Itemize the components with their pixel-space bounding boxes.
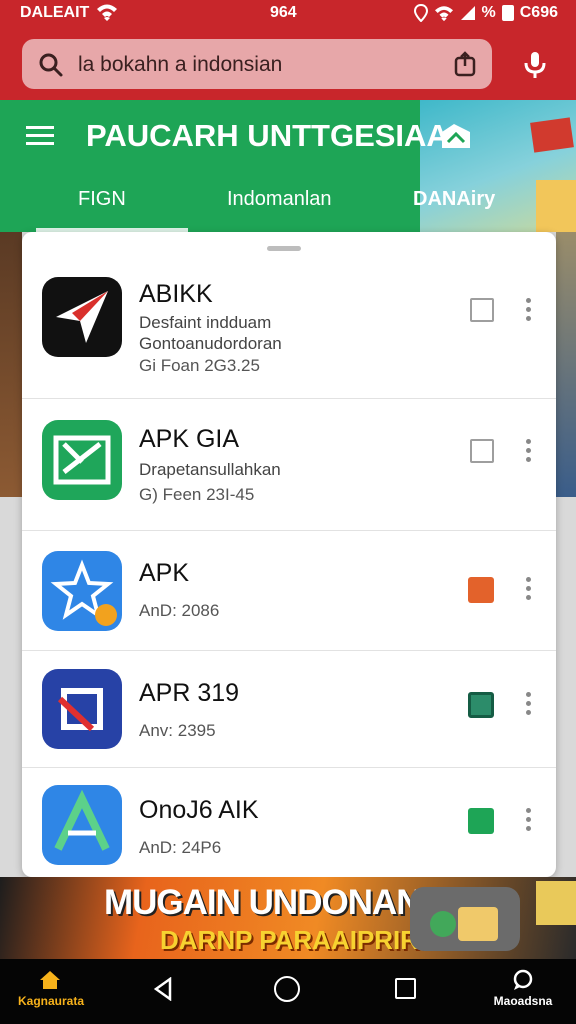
wifi-icon [96,2,118,27]
list-item[interactable]: ABIKK Desfaint indduam Gontoanudordoran … [22,256,556,399]
battery-icon [501,5,514,21]
app-meta: AnD: 2086 [139,601,220,620]
wifi-icon [434,6,453,22]
building-illustration [536,180,576,232]
mic-icon[interactable] [520,50,550,85]
app-icon-apk-gia [42,420,122,500]
home-icon [40,971,60,989]
app-icon-onoj6-aik [42,785,122,865]
nav-chat-label: Maoadsna [493,994,553,1008]
status-right: % C696 [413,4,558,22]
flag-icon [440,122,472,155]
menu-icon[interactable] [26,126,54,146]
more-options-icon[interactable] [526,577,532,604]
app-list-sheet: ABIKK Desfaint indduam Gontoanudordoran … [22,232,556,877]
app-description: Drapetansullahkan [139,460,281,479]
tab-fign[interactable]: FIGN [78,188,126,211]
list-item[interactable]: APK GIA Drapetansullahkan G) Feen 23I-45 [22,399,556,531]
app-name: OnoJ6 AIK [139,796,259,824]
app-meta: AnD: 24P6 [139,838,222,857]
more-options-icon[interactable] [526,692,532,719]
location-icon [413,4,428,22]
search-input[interactable]: la bokahn a indonsian [78,53,282,77]
app-name: APK GIA [139,425,240,453]
bottom-navigation: Kagnaurata Maoadsna [0,959,576,1024]
page-title: PAUCARH UNTTGESIAA [86,118,449,153]
battery-label: C696 [519,4,558,21]
recents-icon[interactable] [395,978,416,999]
teal-badge-icon[interactable] [468,692,494,718]
carrier-label: DALEAIT [20,4,90,21]
banner-headline: MUGAIN UNDONAN [104,883,422,922]
background-photo-left [0,232,22,497]
app-name: APR 319 [139,679,240,707]
chat-icon [513,969,533,990]
nav-chat[interactable]: Maoadsna [490,969,556,1008]
list-item[interactable]: OnoJ6 AIK AnD: 24P6 [22,768,556,877]
app-meta: G) Feen 23I-45 [139,485,255,504]
banner-subline: DARNP PARAAIPRIRI [160,925,427,955]
tab-indomanlan[interactable]: Indomanlan [227,188,332,211]
tab-danairy[interactable]: DANAiry [413,188,495,211]
nav-home[interactable]: Kagnaurata [18,969,85,1008]
list-item[interactable]: APR 319 Anv: 2395 [22,651,556,768]
select-checkbox[interactable] [470,298,494,322]
app-description: Desfaint indduam Gontoanudordoran [139,313,282,353]
orange-badge-icon[interactable] [468,577,494,603]
app-header: PAUCARH UNTTGESIAA FIGN Indomanlan DANAi… [0,100,576,232]
signal-icon [460,6,475,20]
app-meta: Anv: 2395 [139,721,216,740]
clock: 964 [270,4,297,21]
promo-banner[interactable]: MUGAIN UNDONAN DARNP PARAAIPRIRI [0,877,576,959]
search-icon[interactable] [38,52,64,83]
more-options-icon[interactable] [526,298,532,325]
more-options-icon[interactable] [526,808,532,835]
select-checkbox[interactable] [470,439,494,463]
banner-box-illustration [536,881,576,925]
app-name: APK [139,559,190,587]
drag-handle[interactable] [267,246,301,251]
crane-illustration [530,117,574,153]
app-meta: Gi Foan 2G3.25 [139,356,260,375]
background-photo-right [556,232,576,497]
app-icon-abikk [42,277,122,357]
status-bar: DALEAIT 964 % C696 [0,0,576,28]
home-button-icon[interactable] [274,976,300,1002]
top-bar: DALEAIT 964 % C696 la bokahn a indonsian [0,0,576,100]
app-icon-apk [42,551,122,631]
back-icon[interactable] [152,976,174,1006]
app-name: ABIKK [139,280,213,308]
green-badge-icon[interactable] [468,808,494,834]
share-icon[interactable] [454,51,476,82]
app-icon-apr-319 [42,669,122,749]
more-options-icon[interactable] [526,439,532,466]
banner-gadget-illustration [410,887,520,951]
search-bar[interactable]: la bokahn a indonsian [22,39,492,89]
percent-sign: % [481,4,496,21]
list-item[interactable]: APK AnD: 2086 [22,531,556,651]
nav-home-label: Kagnaurata [18,994,85,1008]
